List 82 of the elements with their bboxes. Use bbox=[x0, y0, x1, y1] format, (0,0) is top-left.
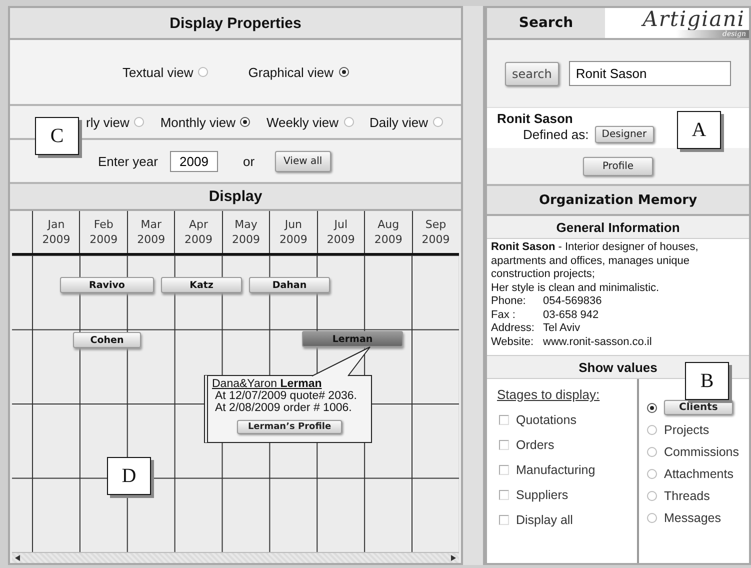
scroll-right-icon[interactable] bbox=[451, 555, 456, 561]
horizontal-scrollbar[interactable] bbox=[12, 552, 459, 563]
view-mode-label: Textual view bbox=[122, 64, 194, 80]
stage-label: Manufacturing bbox=[516, 462, 596, 476]
scroll-left-icon[interactable] bbox=[15, 555, 20, 561]
tooltip-line: At 12/07/2009 quote# 2036. bbox=[214, 390, 357, 402]
contact-label: Website: bbox=[491, 336, 535, 349]
year-field[interactable]: 2009 bbox=[170, 150, 218, 172]
checkbox[interactable] bbox=[499, 514, 509, 524]
period-label: Weekly view bbox=[266, 114, 338, 130]
radio-button[interactable] bbox=[647, 402, 657, 412]
search-button[interactable]: search bbox=[505, 62, 559, 86]
month-header: Sep 2009 bbox=[412, 211, 459, 253]
callout-label: C bbox=[35, 117, 79, 155]
checkbox[interactable] bbox=[499, 414, 509, 424]
radio-button[interactable] bbox=[240, 117, 250, 127]
panel-header: Display bbox=[10, 184, 461, 211]
month-header: Feb 2009 bbox=[79, 211, 127, 253]
stage-label: Orders bbox=[516, 438, 554, 452]
timeline-bar[interactable]: Katz bbox=[161, 277, 242, 293]
style-text: Her style is clean and minimalistic. bbox=[491, 282, 660, 295]
stage-label: Suppliers bbox=[516, 488, 568, 502]
contact-value: 03-658 942 bbox=[543, 308, 599, 322]
radio-button[interactable] bbox=[433, 117, 444, 127]
month-header: Jan 2009 bbox=[32, 211, 80, 253]
timeline-bar[interactable]: Lerman bbox=[302, 331, 403, 347]
client-name: Dana&Yaron Lerman bbox=[212, 378, 322, 390]
person-name: Ronit Sason bbox=[497, 112, 574, 126]
checkbox[interactable] bbox=[499, 464, 509, 474]
role-button[interactable]: Designer bbox=[594, 126, 654, 143]
callout-label: D bbox=[107, 457, 151, 495]
checkbox[interactable] bbox=[499, 440, 509, 450]
value-label: Threads bbox=[664, 488, 710, 502]
contact-value: 054-569836 bbox=[543, 295, 602, 308]
contact-label: Phone: bbox=[491, 295, 527, 308]
tooltip-line: At 2/08/2009 order # 1006. bbox=[214, 402, 352, 414]
timeline-bar[interactable]: Dahan bbox=[249, 277, 330, 293]
stage-label: Quotations bbox=[516, 412, 576, 426]
radio-button[interactable] bbox=[647, 424, 657, 434]
value-label: Commissions bbox=[664, 444, 740, 458]
value-label: Attachments bbox=[664, 466, 734, 480]
or-label: or bbox=[242, 154, 255, 168]
contact-value: www.ronit-sasson.co.il bbox=[543, 336, 652, 349]
stages-title: Stages to display: bbox=[497, 387, 601, 402]
panel-header: Organization Memory bbox=[487, 186, 749, 216]
stage-label: Display all bbox=[516, 512, 573, 526]
radio-button[interactable] bbox=[647, 490, 657, 500]
radio-button[interactable] bbox=[344, 117, 354, 127]
search-title: Search bbox=[487, 8, 605, 38]
radio-button[interactable] bbox=[647, 446, 657, 456]
search-field[interactable]: Ronit Sason bbox=[568, 61, 731, 86]
period-label: Monthly view bbox=[160, 114, 236, 130]
contact-label: Fax : bbox=[491, 308, 516, 322]
period-label: rly view bbox=[86, 114, 130, 130]
radio-button[interactable] bbox=[134, 117, 144, 127]
description-text: Ronit Sason - Interior designer of houses, apartments and offices, manages unique construction projects; bbox=[491, 241, 700, 282]
profile-button[interactable]: Profile bbox=[583, 156, 653, 176]
profile-button[interactable]: Lerman’s Profile bbox=[236, 420, 342, 434]
period-label: Daily view bbox=[370, 114, 428, 130]
month-header: Aug 2009 bbox=[364, 211, 412, 253]
radio-button[interactable] bbox=[647, 468, 657, 478]
panel-header: Display Properties bbox=[10, 8, 461, 40]
view-mode-label: Graphical view bbox=[248, 64, 334, 80]
month-header: Jul 2009 bbox=[316, 211, 364, 253]
month-header: May 2009 bbox=[222, 211, 270, 253]
view-all-button[interactable]: View all bbox=[274, 150, 332, 172]
timeline-bar[interactable]: Ravivo bbox=[60, 277, 154, 293]
month-header: Apr 2009 bbox=[174, 211, 222, 253]
timeline-bar[interactable]: Cohen bbox=[73, 332, 141, 348]
radio-button[interactable] bbox=[338, 67, 349, 77]
contact-value: Tel Aviv bbox=[543, 322, 580, 336]
value-label: Projects bbox=[664, 422, 710, 436]
radio-button[interactable] bbox=[198, 67, 208, 77]
contact-label: Address: bbox=[491, 322, 536, 336]
month-header: Mar 2009 bbox=[126, 211, 174, 253]
year-label: Enter year bbox=[98, 154, 158, 168]
defined-as-label: Defined as: bbox=[523, 127, 589, 142]
value-label: Messages bbox=[664, 510, 721, 524]
month-header: Jun 2009 bbox=[269, 211, 317, 253]
callout-label: A bbox=[677, 111, 721, 149]
checkbox[interactable] bbox=[499, 490, 509, 500]
radio-button[interactable] bbox=[647, 512, 657, 522]
